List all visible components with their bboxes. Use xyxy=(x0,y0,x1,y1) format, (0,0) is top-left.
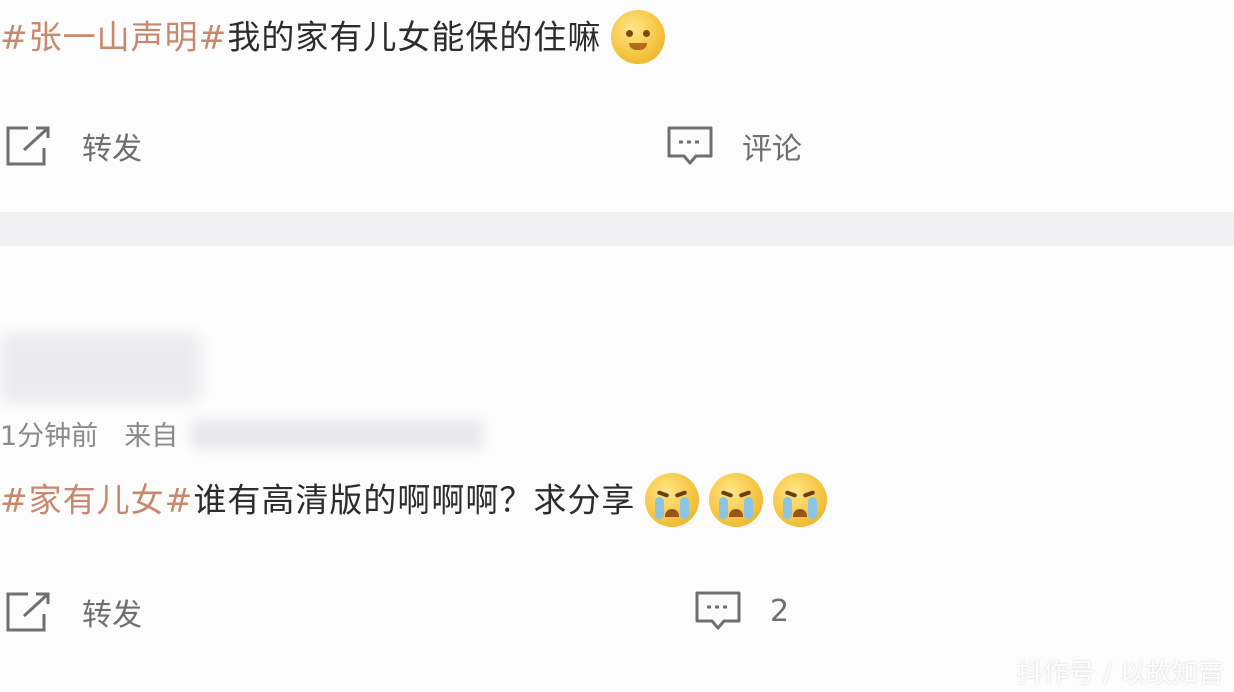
blurred-source xyxy=(192,419,483,448)
post-card: 1分钟前 来自 #家有儿女#谁有高清版的啊啊啊？求分享 转发 2 xyxy=(0,246,1234,692)
crying-emoji-icon xyxy=(773,473,828,527)
happy-emoji-icon xyxy=(611,10,666,64)
comment-icon xyxy=(667,126,713,165)
hashtag-link[interactable]: #家有儿女# xyxy=(0,481,193,520)
post-card: #张一山声明#我的家有儿女能保的住嘛 转发 评论 xyxy=(0,0,1234,212)
repost-button[interactable]: 转发 xyxy=(4,590,142,634)
share-icon xyxy=(6,126,50,166)
share-icon xyxy=(6,592,50,632)
post-text: 我的家有儿女能保的住嘛 xyxy=(227,17,602,57)
comment-button[interactable]: 评论 xyxy=(666,124,802,168)
post-divider xyxy=(0,212,1234,246)
comment-label: 评论 xyxy=(742,132,802,167)
comment-count: 2 xyxy=(770,593,790,629)
source-prefix: 来自 xyxy=(124,421,179,452)
repost-button[interactable]: 转发 xyxy=(4,124,142,168)
blurred-username xyxy=(0,334,200,402)
hashtag-link[interactable]: #张一山声明# xyxy=(0,18,227,57)
repost-label: 转发 xyxy=(82,132,142,167)
crying-emoji-icon xyxy=(709,473,764,527)
post-content: #张一山声明#我的家有儿女能保的住嘛 xyxy=(0,10,666,66)
post-meta: 1分钟前 来自 xyxy=(0,414,483,453)
repost-label: 转发 xyxy=(82,598,142,633)
post-content: #家有儿女#谁有高清版的啊啊啊？求分享 xyxy=(0,473,828,529)
comment-icon xyxy=(695,591,741,630)
post-text: 谁有高清版的啊啊啊？求分享 xyxy=(193,480,636,520)
crying-emoji-icon xyxy=(645,473,700,527)
post-time: 1分钟前 xyxy=(0,421,99,452)
watermark: 抖作号 / 以故知音 xyxy=(1016,659,1224,689)
comment-button[interactable]: 2 xyxy=(694,590,789,632)
